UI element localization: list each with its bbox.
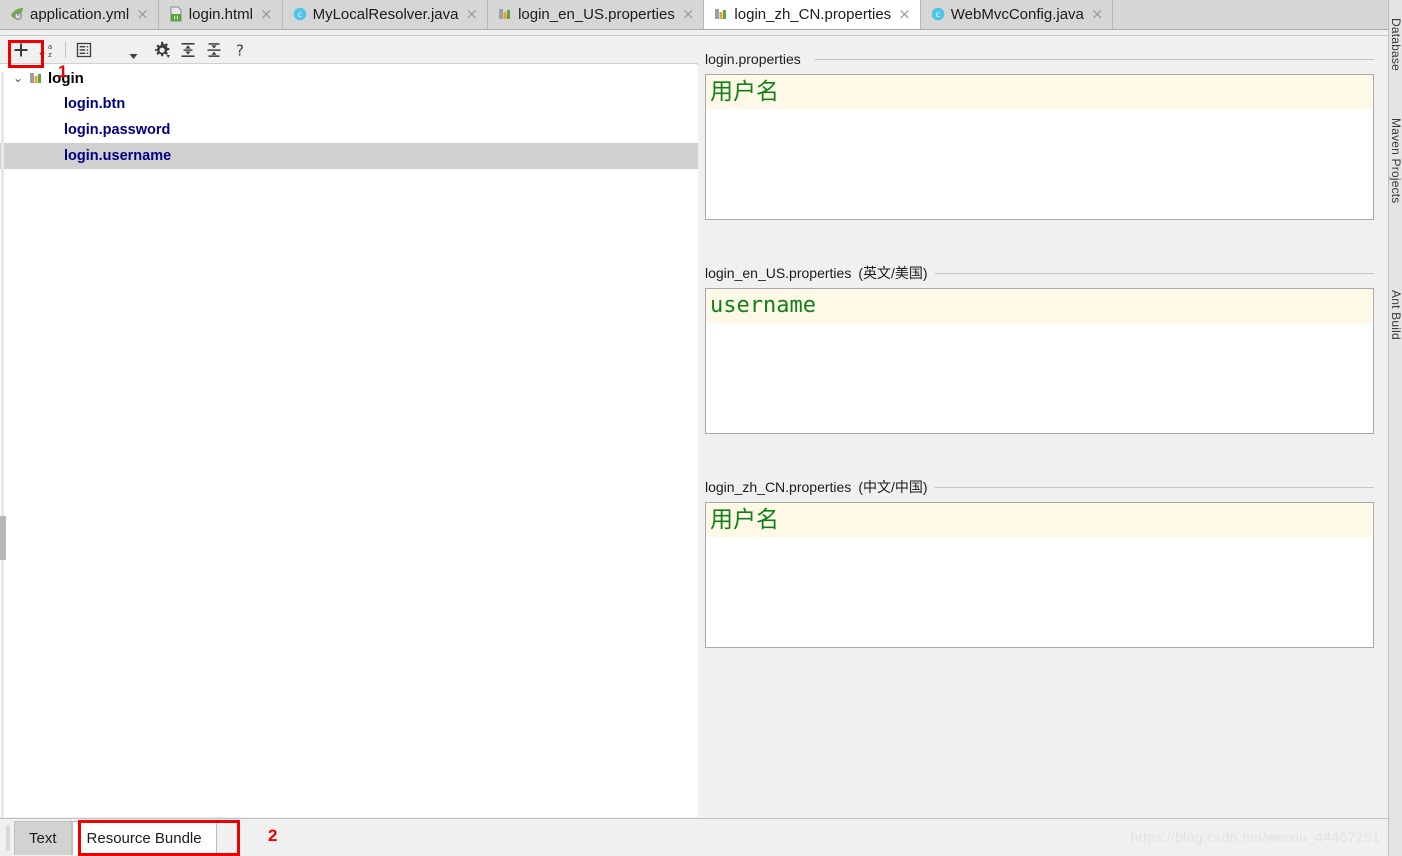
section-rule [934,486,1374,488]
translation-editors-panel: login.properties 用户名 login_en_US.propert… [699,36,1388,817]
tree-item-label: login.password [64,122,171,138]
editor-tab-login-en-us-properties[interactable]: login_en_US.properties × [488,0,705,29]
editor-tab-label: login_zh_CN.properties [734,5,892,23]
properties-icon [715,9,727,19]
gear-icon [155,41,170,58]
add-property-button[interactable] [8,38,34,62]
close-icon[interactable]: × [682,6,695,22]
editor-tab-label: WebMvcConfig.java [950,5,1084,23]
section-locale-label: (中文/中国) [858,479,928,495]
editor-tab-label: login.html [188,5,253,23]
bottom-grip [6,825,10,851]
close-icon[interactable]: × [465,6,478,22]
collapse-all-icon [207,42,221,57]
chevron-down-icon [129,53,137,59]
expand-all-button[interactable] [175,38,201,62]
question-mark-icon: ? [236,41,244,59]
close-icon[interactable]: × [898,6,911,22]
watermark-text: https://blog.csdn.net/weixin_44467251 [1130,829,1380,845]
toolbar-separator [65,41,66,58]
java-class-icon: c [293,7,306,21]
html-file-icon: H [170,6,182,22]
editor-tab-label: MyLocalResolver.java [312,5,459,23]
editor-view-tab-bar: Text Resource Bundle https://blog.csdn.n… [0,818,1388,856]
tree-item-label: login.btn [64,96,126,112]
rail-tab-maven-projects[interactable]: Maven Projects [1389,118,1402,204]
editor-tab-application-yml[interactable]: application.yml × [0,0,159,29]
help-button[interactable]: ? [227,38,253,62]
right-tool-window-rail: Database Maven Projects Ant Build [1388,0,1402,856]
section-header: login_en_US.properties (英文/美国) [699,262,1388,284]
properties-icon [499,9,511,19]
expand-all-icon [181,42,195,57]
tab-resource-bundle-view[interactable]: Resource Bundle [71,821,217,855]
properties-key-tree[interactable]: ⌄ login login.btn login.password login.u… [0,65,698,817]
annotation-number-1: 1 [58,62,68,81]
tree-item-login-btn[interactable]: login.btn [0,91,698,117]
more-options-button[interactable] [121,38,145,62]
plus-icon [14,43,28,56]
section-file-label: login_en_US.properties [705,265,852,281]
svg-text:H: H [174,15,179,22]
svg-text:?: ? [236,41,244,59]
editor-tab-login-html[interactable]: H login.html × [158,0,283,29]
value-text[interactable]: 用户名 [706,503,1373,537]
sort-alphabetically-button[interactable]: a z [34,38,60,62]
sort-az-icon: a z [39,43,52,59]
java-class-icon: c [931,7,945,21]
settings-button[interactable] [149,38,175,62]
translation-section-default: login.properties 用户名 [699,48,1388,220]
tree-root-login[interactable]: ⌄ login [0,65,698,91]
view-tabs: Text Resource Bundle [14,821,217,855]
tab-text-view[interactable]: Text [14,821,72,855]
translation-section-zh-cn: login_zh_CN.properties (中文/中国) 用户名 [699,476,1388,648]
tree-item-login-password[interactable]: login.password [0,117,698,143]
section-rule [934,272,1374,274]
section-rule [814,58,1374,60]
tree-item-login-username[interactable]: login.username [0,143,698,169]
value-text[interactable]: username [706,289,1373,323]
group-by-prefix-button[interactable] [71,38,97,62]
section-header: login.properties [699,48,1388,70]
editor-tab-login-zh-cn-properties[interactable]: login_zh_CN.properties × [704,0,921,29]
left-edge-rail [1,72,4,853]
resource-bundle-keys-panel: a z ? ⌄ login login.btn login.password l… [0,36,698,853]
spring-yaml-icon [11,8,23,20]
idea-resource-bundle-editor: application.yml × H login.html × c MyLoc… [0,0,1402,856]
editor-tab-mylocalresolver-java[interactable]: c MyLocalResolver.java × [282,0,489,29]
tree-item-label: login.username [64,148,172,164]
close-icon[interactable]: × [260,6,273,22]
editor-tab-label: application.yml [30,5,130,23]
svg-text:z: z [48,51,52,59]
svg-text:a: a [48,43,52,51]
editor-tab-label: login_en_US.properties [518,5,675,23]
rail-tab-ant-build[interactable]: Ant Build [1389,290,1402,340]
close-icon[interactable]: × [136,6,149,22]
value-text[interactable]: 用户名 [706,75,1373,109]
value-editor-default[interactable]: 用户名 [705,74,1374,220]
chevron-down-icon[interactable]: ⌄ [8,71,28,85]
properties-bundle-icon [30,73,41,83]
annotation-number-2: 2 [268,826,278,845]
svg-text:c: c [936,10,940,19]
value-editor-en-us[interactable]: username [705,288,1374,434]
editor-tab-bar: application.yml × H login.html × c MyLoc… [0,0,1388,30]
tab-label: Text [29,830,57,847]
close-icon[interactable]: × [1091,6,1104,22]
svg-text:c: c [297,10,301,19]
translation-section-en-us: login_en_US.properties (英文/美国) username [699,262,1388,434]
section-locale-label: (英文/美国) [858,265,928,281]
rail-tab-database[interactable]: Database [1389,18,1402,71]
tab-bar-filler [1113,0,1388,29]
panel-splitter-handle[interactable] [0,516,6,560]
resource-bundle-toolbar: a z ? [0,36,698,64]
properties-list-icon [76,42,92,57]
section-file-label: login_zh_CN.properties [705,479,852,495]
section-header: login_zh_CN.properties (中文/中国) [699,476,1388,498]
collapse-all-button[interactable] [201,38,227,62]
value-editor-zh-cn[interactable]: 用户名 [705,502,1374,648]
tab-label: Resource Bundle [86,830,202,847]
editor-tab-webmvcconfig-java[interactable]: c WebMvcConfig.java × [920,0,1114,29]
section-file-label: login.properties [705,51,801,67]
